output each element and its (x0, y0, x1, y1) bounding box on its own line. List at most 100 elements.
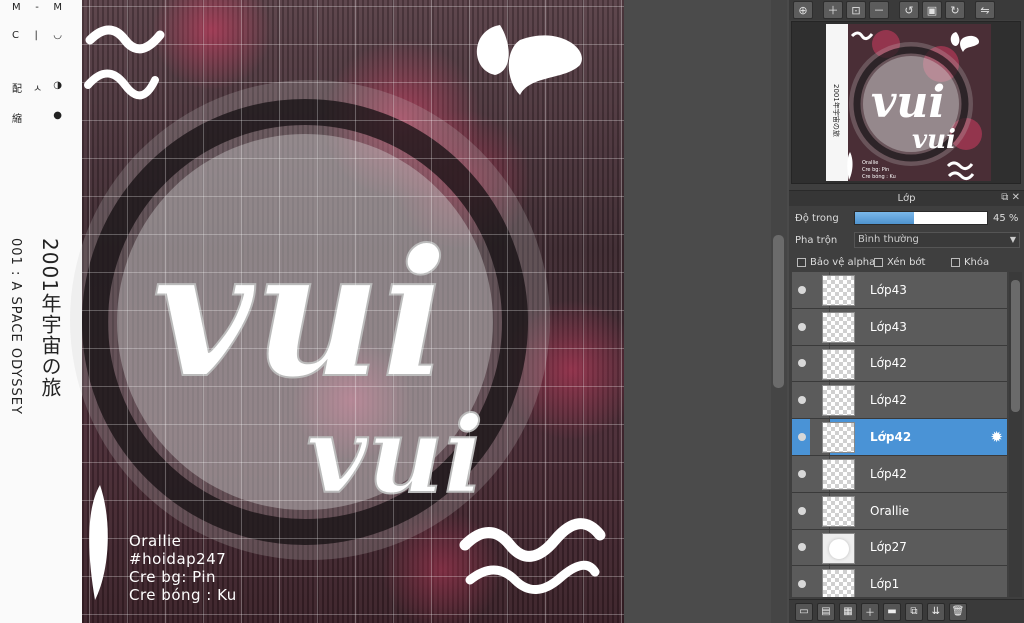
merge-layer-icon[interactable]: ⇊ (927, 602, 945, 621)
checkbox-icon (874, 257, 883, 267)
navigator-thumbnail: 2001年宇宙の旅 vui vui Orallie Cre bg: Pin Cr… (826, 24, 991, 181)
thumb-main-word: vui (871, 77, 945, 128)
layer-list[interactable]: Lớp43 Lớp43 Lớp42 Lớp42 Lớp42 ✹ Lớp42 Orallie Lớ… (792, 272, 1007, 597)
layer-name: Lớp42 (870, 430, 912, 445)
opacity-slider-fill (855, 212, 915, 224)
layer-thumbnail (822, 569, 855, 597)
thumb-credit-2: Cre bg: Pin (862, 167, 889, 173)
credit-line-1: Orallie (129, 532, 182, 550)
visibility-eye-icon[interactable] (798, 543, 806, 552)
visibility-eye-icon[interactable] (798, 469, 806, 478)
thumb-credit-3: Cre bóng : Ku (862, 173, 896, 180)
layer-row[interactable]: Orallie (792, 492, 1007, 530)
layer-thumbnail (822, 348, 855, 380)
layer-row[interactable]: Lớp27 (792, 529, 1007, 567)
layer-thumbnail (822, 311, 855, 343)
layer-panel-title: Lớp (897, 193, 916, 204)
actual-size-icon[interactable]: ⊡ (846, 1, 866, 19)
layer-name: Lớp42 (870, 466, 907, 481)
layer-row[interactable]: Lớp42 (792, 455, 1007, 493)
layer-row[interactable]: Lớp43 (792, 308, 1007, 346)
layer-name: Lớp43 (870, 282, 907, 297)
protect-alpha-label: Bảo vệ alpha (810, 256, 876, 268)
duplicate-layer-icon[interactable]: ⧉ (905, 602, 923, 621)
clipping-checkbox[interactable]: Xén bớt (874, 257, 925, 268)
thumb-credit-1: Orallie (862, 160, 878, 166)
layer-panel-bottom-toolbar: ▭ ▤ ▦ ＋ ▬ ⧉ ⇊ 🗑 (789, 599, 1024, 623)
app-window: M-M C | ◡ 配ㅅ ◑ 縮 ● 2001年宇宙の旅 001 : A SPACE O… (0, 0, 1024, 623)
canvas-grid (82, 0, 624, 623)
visibility-eye-icon[interactable] (798, 359, 806, 368)
layer-name: Orallie (870, 503, 910, 518)
layer-row[interactable]: Lớp42 ✹ (792, 419, 1007, 456)
layer-thumbnail (822, 275, 855, 306)
opacity-label: Độ trong (795, 212, 839, 224)
layer-thumbnail (822, 422, 855, 454)
chevron-down-icon: ▼ (1009, 235, 1016, 244)
checkbox-icon (797, 257, 806, 267)
layer-thumbnail (822, 532, 855, 564)
layer-thumbnail (822, 495, 855, 527)
zoom-out-icon[interactable]: － (869, 1, 889, 19)
add-layer-dropdown-icon[interactable]: ＋ (861, 602, 879, 621)
new-halftone-layer-icon[interactable]: ▦ (839, 602, 857, 621)
layer-row[interactable]: Lớp43 (792, 272, 1007, 309)
layer-row[interactable]: Lớp42 (792, 345, 1007, 383)
visibility-eye-icon[interactable] (798, 580, 806, 589)
credit-line-4: Cre bóng : Ku (129, 586, 237, 604)
delete-layer-icon[interactable]: 🗑 (949, 602, 967, 621)
blend-mode-select[interactable]: Bình thường ▼ (854, 232, 1020, 248)
canvas-area[interactable]: M-M C | ◡ 配ㅅ ◑ 縮 ● 2001年宇宙の旅 001 : A SPACE O… (0, 0, 771, 623)
credit-line-3: Cre bg: Pin (129, 568, 217, 586)
layer-name: Lớp27 (870, 540, 907, 555)
thumb-second-word: vui (912, 125, 956, 155)
canvas-vertical-scrollbar[interactable] (773, 235, 784, 388)
new-layer-icon[interactable]: ▭ (795, 602, 813, 621)
gear-icon[interactable]: ✹ (990, 428, 1003, 446)
thumb-strip-title: 2001年宇宙の旅 (832, 84, 841, 137)
zoom-in-icon[interactable]: ＋ (823, 1, 843, 19)
lock-label: Khóa (964, 256, 990, 268)
fit-window-icon[interactable]: ▣ (922, 1, 942, 19)
layer-options-row: Bảo vệ alpha Xén bớt Khóa (789, 252, 1024, 272)
layer-row[interactable]: Lớp42 (792, 382, 1007, 420)
layer-name: Lớp1 (870, 577, 900, 592)
layer-name: Lớp42 (870, 356, 907, 371)
clipping-label: Xén bớt (887, 256, 926, 268)
right-panel: ⊕ ＋ ⊡ － ↺ ▣ ↻ ⇋ 2001年宇宙の旅 vui vui Oralli… (789, 0, 1024, 623)
artwork[interactable]: M-M C | ◡ 配ㅅ ◑ 縮 ● 2001年宇宙の旅 001 : A SPACE O… (0, 0, 624, 623)
blend-row: Pha trộn Bình thường ▼ (789, 230, 1024, 250)
flip-icon[interactable]: ⇋ (975, 1, 995, 19)
rotate-left-icon[interactable]: ↺ (899, 1, 919, 19)
layer-list-scrollbar[interactable] (1009, 272, 1022, 597)
opacity-slider[interactable] (854, 211, 988, 225)
visibility-eye-icon[interactable] (798, 285, 806, 294)
blend-mode-value: Bình thường (858, 234, 919, 245)
navigator-toolbar: ⊕ ＋ ⊡ － ↺ ▣ ↻ ⇋ (789, 0, 1024, 20)
protect-alpha-checkbox[interactable]: Bảo vệ alpha (797, 257, 875, 268)
visibility-eye-icon[interactable] (798, 396, 806, 405)
layer-thumbnail (822, 385, 855, 417)
new-folder-icon[interactable]: ▬ (883, 602, 901, 621)
layer-row[interactable]: Lớp1 (792, 566, 1007, 597)
lock-checkbox[interactable]: Khóa (951, 257, 989, 268)
visibility-eye-icon[interactable] (798, 433, 806, 442)
layer-list-scroll-thumb[interactable] (1011, 280, 1020, 412)
zoom-fit-icon[interactable]: ⊕ (793, 1, 813, 19)
blend-label: Pha trộn (795, 234, 838, 246)
visibility-eye-icon[interactable] (798, 506, 806, 515)
credit-line-2: #hoidap247 (129, 550, 227, 568)
navigator-thumbnail-art: 2001年宇宙の旅 vui vui Orallie Cre bg: Pin Cr… (826, 24, 991, 181)
navigator-preview[interactable]: 2001年宇宙の旅 vui vui Orallie Cre bg: Pin Cr… (791, 21, 1021, 184)
opacity-row: Độ trong 45 % (789, 208, 1024, 228)
layer-name: Lớp42 (870, 393, 907, 408)
panel-window-icons[interactable]: ⧉ ✕ (1001, 192, 1020, 203)
layer-name: Lớp43 (870, 319, 907, 334)
layer-panel-header: Lớp ⧉ ✕ (789, 190, 1024, 206)
visibility-eye-icon[interactable] (798, 322, 806, 331)
new-raster-layer-icon[interactable]: ▤ (817, 602, 835, 621)
opacity-value: 45 % (993, 212, 1019, 224)
layer-thumbnail (822, 458, 855, 490)
rotate-right-icon[interactable]: ↻ (945, 1, 965, 19)
checkbox-icon (951, 257, 960, 267)
